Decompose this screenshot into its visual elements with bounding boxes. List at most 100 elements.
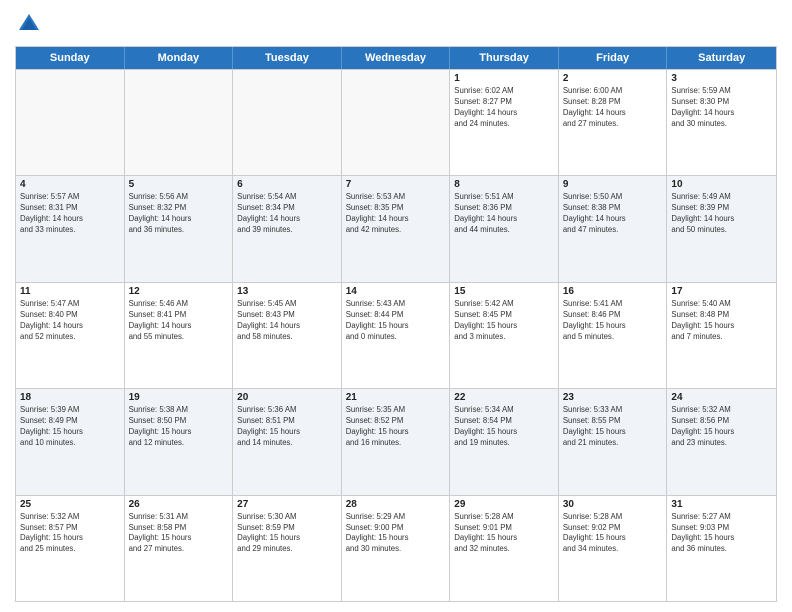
- calendar-cell: 15 Sunrise: 5:42 AM Sunset: 8:45 PM Dayli…: [450, 283, 559, 388]
- day-info: Sunrise: 5:53 AM Sunset: 8:35 PM Dayligh…: [346, 192, 446, 236]
- day-info: Sunrise: 5:27 AM Sunset: 9:03 PM Dayligh…: [671, 512, 772, 556]
- calendar-row: 11 Sunrise: 5:47 AM Sunset: 8:40 PM Dayli…: [16, 282, 776, 388]
- day-info: Sunrise: 5:56 AM Sunset: 8:32 PM Dayligh…: [129, 192, 229, 236]
- calendar: SundayMondayTuesdayWednesdayThursdayFrid…: [15, 46, 777, 602]
- day-number: 13: [237, 286, 337, 297]
- calendar-cell: 18Sunrise: 5:39 AM Sunset: 8:49 PM Dayli…: [16, 389, 125, 494]
- calendar-cell: 11 Sunrise: 5:47 AM Sunset: 8:40 PM Dayli…: [16, 283, 125, 388]
- day-number: 17: [671, 286, 772, 297]
- calendar-header-row: SundayMondayTuesdayWednesdayThursdayFrid…: [16, 47, 776, 69]
- day-number: 15: [454, 286, 554, 297]
- day-info: Sunrise: 5:29 AM Sunset: 9:00 PM Dayligh…: [346, 512, 446, 556]
- calendar-cell: 7 Sunrise: 5:53 AM Sunset: 8:35 PM Daylig…: [342, 176, 451, 281]
- day-info: Sunrise: 5:28 AM Sunset: 9:01 PM Dayligh…: [454, 512, 554, 556]
- day-info: Sunrise: 5:32 AM Sunset: 8:56 PM Dayligh…: [671, 405, 772, 449]
- logo: [15, 10, 47, 38]
- calendar-cell: 13Sunrise: 5:45 AM Sunset: 8:43 PM Dayli…: [233, 283, 342, 388]
- day-info: Sunrise: 5:39 AM Sunset: 8:49 PM Dayligh…: [20, 405, 120, 449]
- day-number: 10: [671, 179, 772, 190]
- calendar-header-cell: Saturday: [667, 47, 776, 69]
- day-info: Sunrise: 5:46 AM Sunset: 8:41 PM Dayligh…: [129, 299, 229, 343]
- day-number: 8: [454, 179, 554, 190]
- day-number: 7: [346, 179, 446, 190]
- day-info: Sunrise: 5:35 AM Sunset: 8:52 PM Dayligh…: [346, 405, 446, 449]
- calendar-cell: 30Sunrise: 5:28 AM Sunset: 9:02 PM Dayli…: [559, 496, 668, 601]
- day-info: Sunrise: 5:59 AM Sunset: 8:30 PM Dayligh…: [671, 86, 772, 130]
- calendar-row: 18Sunrise: 5:39 AM Sunset: 8:49 PM Dayli…: [16, 388, 776, 494]
- calendar-cell: 27 Sunrise: 5:30 AM Sunset: 8:59 PM Dayli…: [233, 496, 342, 601]
- day-info: Sunrise: 5:31 AM Sunset: 8:58 PM Dayligh…: [129, 512, 229, 556]
- day-info: Sunrise: 5:57 AM Sunset: 8:31 PM Dayligh…: [20, 192, 120, 236]
- logo-icon: [15, 10, 43, 38]
- calendar-cell: 20 Sunrise: 5:36 AM Sunset: 8:51 PM Dayli…: [233, 389, 342, 494]
- calendar-cell: 1 Sunrise: 6:02 AM Sunset: 8:27 PM Daylig…: [450, 70, 559, 175]
- day-info: Sunrise: 5:33 AM Sunset: 8:55 PM Dayligh…: [563, 405, 663, 449]
- calendar-cell: 21Sunrise: 5:35 AM Sunset: 8:52 PM Dayli…: [342, 389, 451, 494]
- calendar-body: 1 Sunrise: 6:02 AM Sunset: 8:27 PM Daylig…: [16, 69, 776, 601]
- calendar-cell: 3 Sunrise: 5:59 AM Sunset: 8:30 PM Daylig…: [667, 70, 776, 175]
- day-number: 25: [20, 499, 120, 510]
- calendar-header-cell: Thursday: [450, 47, 559, 69]
- day-number: 4: [20, 179, 120, 190]
- day-info: Sunrise: 5:50 AM Sunset: 8:38 PM Dayligh…: [563, 192, 663, 236]
- day-info: Sunrise: 5:51 AM Sunset: 8:36 PM Dayligh…: [454, 192, 554, 236]
- calendar-cell: 17 Sunrise: 5:40 AM Sunset: 8:48 PM Dayli…: [667, 283, 776, 388]
- calendar-cell: 26 Sunrise: 5:31 AM Sunset: 8:58 PM Dayli…: [125, 496, 234, 601]
- day-number: 6: [237, 179, 337, 190]
- calendar-header-cell: Wednesday: [342, 47, 451, 69]
- day-number: 11: [20, 286, 120, 297]
- calendar-cell: 23 Sunrise: 5:33 AM Sunset: 8:55 PM Dayli…: [559, 389, 668, 494]
- day-number: 9: [563, 179, 663, 190]
- day-info: Sunrise: 5:43 AM Sunset: 8:44 PM Dayligh…: [346, 299, 446, 343]
- day-number: 29: [454, 499, 554, 510]
- calendar-cell: 2Sunrise: 6:00 AM Sunset: 8:28 PM Daylig…: [559, 70, 668, 175]
- calendar-cell: 31 Sunrise: 5:27 AM Sunset: 9:03 PM Dayli…: [667, 496, 776, 601]
- calendar-row: 25Sunrise: 5:32 AM Sunset: 8:57 PM Dayli…: [16, 495, 776, 601]
- day-info: Sunrise: 5:40 AM Sunset: 8:48 PM Dayligh…: [671, 299, 772, 343]
- calendar-cell: 19Sunrise: 5:38 AM Sunset: 8:50 PM Dayli…: [125, 389, 234, 494]
- day-number: 22: [454, 392, 554, 403]
- day-info: Sunrise: 5:38 AM Sunset: 8:50 PM Dayligh…: [129, 405, 229, 449]
- calendar-header-cell: Tuesday: [233, 47, 342, 69]
- calendar-cell: 8 Sunrise: 5:51 AM Sunset: 8:36 PM Daylig…: [450, 176, 559, 281]
- calendar-header-cell: Sunday: [16, 47, 125, 69]
- day-number: 24: [671, 392, 772, 403]
- day-number: 27: [237, 499, 337, 510]
- day-number: 16: [563, 286, 663, 297]
- day-info: Sunrise: 5:47 AM Sunset: 8:40 PM Dayligh…: [20, 299, 120, 343]
- calendar-cell: 10Sunrise: 5:49 AM Sunset: 8:39 PM Dayli…: [667, 176, 776, 281]
- calendar-row: 4 Sunrise: 5:57 AM Sunset: 8:31 PM Daylig…: [16, 175, 776, 281]
- day-info: Sunrise: 6:02 AM Sunset: 8:27 PM Dayligh…: [454, 86, 554, 130]
- day-number: 26: [129, 499, 229, 510]
- calendar-cell: 9 Sunrise: 5:50 AM Sunset: 8:38 PM Daylig…: [559, 176, 668, 281]
- calendar-row: 1 Sunrise: 6:02 AM Sunset: 8:27 PM Daylig…: [16, 69, 776, 175]
- calendar-cell: [233, 70, 342, 175]
- calendar-cell: 25Sunrise: 5:32 AM Sunset: 8:57 PM Dayli…: [16, 496, 125, 601]
- day-info: Sunrise: 5:42 AM Sunset: 8:45 PM Dayligh…: [454, 299, 554, 343]
- calendar-cell: 5 Sunrise: 5:56 AM Sunset: 8:32 PM Daylig…: [125, 176, 234, 281]
- page: SundayMondayTuesdayWednesdayThursdayFrid…: [0, 0, 792, 612]
- calendar-cell: 29 Sunrise: 5:28 AM Sunset: 9:01 PM Dayli…: [450, 496, 559, 601]
- calendar-cell: 16Sunrise: 5:41 AM Sunset: 8:46 PM Dayli…: [559, 283, 668, 388]
- day-info: Sunrise: 5:30 AM Sunset: 8:59 PM Dayligh…: [237, 512, 337, 556]
- day-number: 12: [129, 286, 229, 297]
- calendar-cell: [16, 70, 125, 175]
- calendar-header-cell: Friday: [559, 47, 668, 69]
- day-number: 20: [237, 392, 337, 403]
- day-number: 1: [454, 73, 554, 84]
- day-info: Sunrise: 5:36 AM Sunset: 8:51 PM Dayligh…: [237, 405, 337, 449]
- calendar-cell: [342, 70, 451, 175]
- day-number: 28: [346, 499, 446, 510]
- day-number: 5: [129, 179, 229, 190]
- day-number: 31: [671, 499, 772, 510]
- day-info: Sunrise: 6:00 AM Sunset: 8:28 PM Dayligh…: [563, 86, 663, 130]
- calendar-cell: 12 Sunrise: 5:46 AM Sunset: 8:41 PM Dayli…: [125, 283, 234, 388]
- day-number: 23: [563, 392, 663, 403]
- day-number: 14: [346, 286, 446, 297]
- calendar-cell: 14 Sunrise: 5:43 AM Sunset: 8:44 PM Dayli…: [342, 283, 451, 388]
- calendar-cell: 22 Sunrise: 5:34 AM Sunset: 8:54 PM Dayli…: [450, 389, 559, 494]
- day-number: 30: [563, 499, 663, 510]
- day-number: 3: [671, 73, 772, 84]
- calendar-cell: 28 Sunrise: 5:29 AM Sunset: 9:00 PM Dayli…: [342, 496, 451, 601]
- day-info: Sunrise: 5:34 AM Sunset: 8:54 PM Dayligh…: [454, 405, 554, 449]
